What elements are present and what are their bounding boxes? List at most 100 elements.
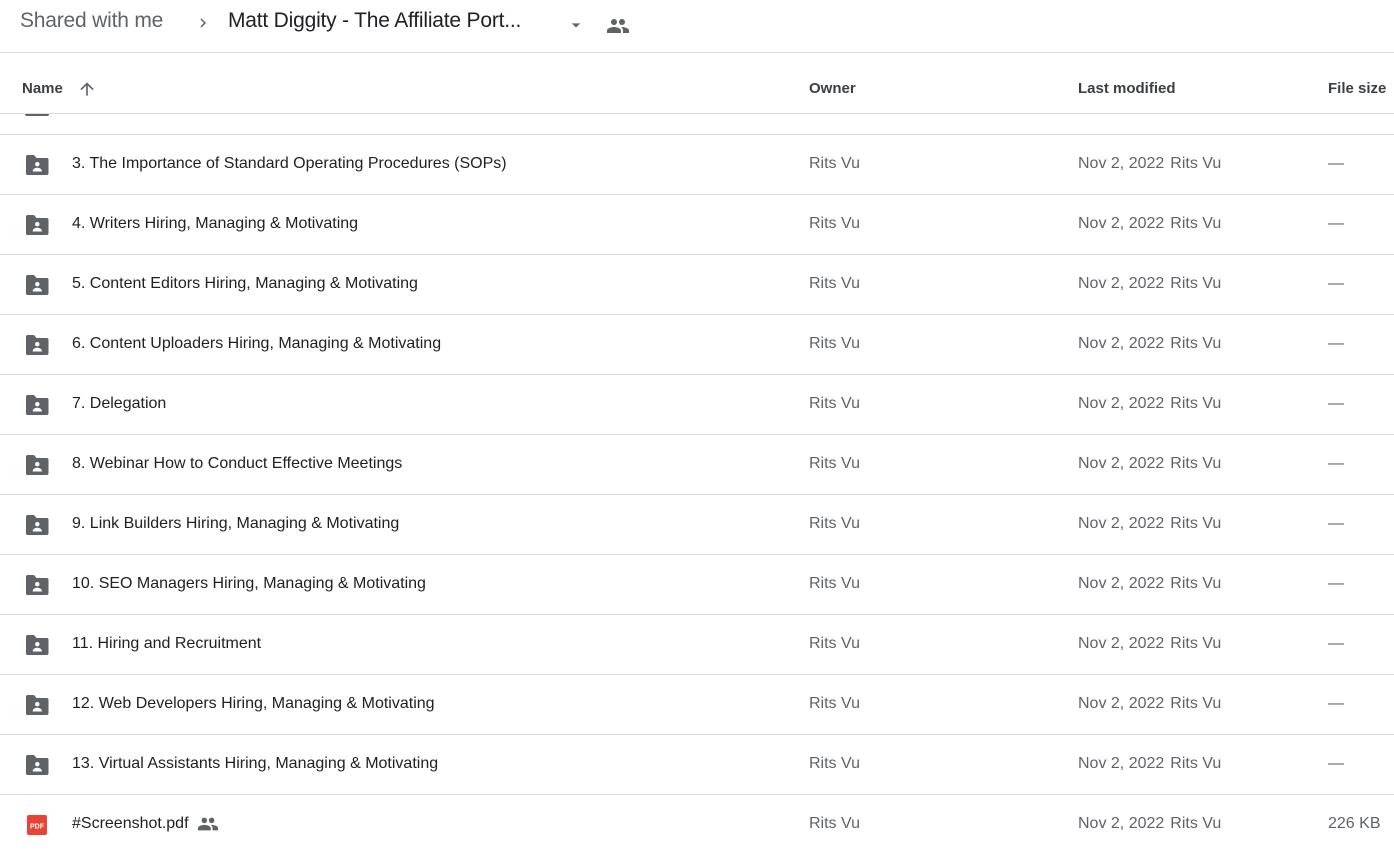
file-name[interactable]: 10. SEO Managers Hiring, Managing & Moti…	[72, 575, 426, 593]
modified-date: Nov 2, 2022	[1078, 695, 1165, 712]
modified-by: Rits Vu	[1170, 635, 1222, 652]
last-modified: Nov 2, 2022 Rits Vu	[1078, 215, 1221, 233]
modified-by: Rits Vu	[1170, 215, 1222, 232]
table-row[interactable]: 3. The Importance of Standard Operating …	[0, 135, 1394, 195]
shared-folder-icon	[26, 515, 49, 535]
table-row[interactable]: 11. Hiring and Recruitment Rits Vu Nov 2…	[0, 615, 1394, 675]
last-modified: Nov 2, 2022 Rits Vu	[1078, 635, 1221, 653]
table-row[interactable]: 6. Content Uploaders Hiring, Managing & …	[0, 315, 1394, 375]
modified-by: Rits Vu	[1170, 755, 1222, 772]
owner-name: Rits Vu	[809, 515, 860, 532]
file-size: —	[1328, 635, 1344, 652]
owner-name: Rits Vu	[809, 695, 860, 712]
table-row[interactable]: 8. Webinar How to Conduct Effective Meet…	[0, 435, 1394, 495]
folder-icon	[25, 114, 49, 116]
last-modified: Nov 2, 2022 Rits Vu	[1078, 395, 1221, 413]
breadcrumb-current-folder[interactable]: Matt Diggity - The Affiliate Port...	[228, 9, 521, 33]
file-name[interactable]: #Screenshot.pdf	[72, 815, 189, 833]
svg-text:PDF: PDF	[30, 824, 45, 831]
last-modified: Nov 2, 2022 Rits Vu	[1078, 815, 1221, 833]
owner-name: Rits Vu	[809, 635, 860, 652]
file-size: —	[1328, 755, 1344, 772]
modified-by: Rits Vu	[1170, 815, 1222, 832]
table-row[interactable]: 4. Writers Hiring, Managing & Motivating…	[0, 195, 1394, 255]
modified-by: Rits Vu	[1170, 155, 1222, 172]
modified-date: Nov 2, 2022	[1078, 275, 1165, 292]
last-modified: Nov 2, 2022 Rits Vu	[1078, 515, 1221, 533]
owner-name: Rits Vu	[809, 395, 860, 412]
file-name[interactable]: 3. The Importance of Standard Operating …	[72, 155, 507, 173]
modified-date: Nov 2, 2022	[1078, 815, 1165, 832]
modified-by: Rits Vu	[1170, 455, 1222, 472]
modified-by: Rits Vu	[1170, 695, 1222, 712]
column-header-file-size[interactable]: File size	[1328, 80, 1386, 97]
modified-date: Nov 2, 2022	[1078, 395, 1165, 412]
file-size: —	[1328, 215, 1344, 232]
modified-by: Rits Vu	[1170, 575, 1222, 592]
chevron-right-icon	[200, 18, 206, 28]
file-name[interactable]: 8. Webinar How to Conduct Effective Meet…	[72, 455, 402, 473]
people-icon	[607, 19, 629, 33]
file-name[interactable]: 4. Writers Hiring, Managing & Motivating	[72, 215, 358, 233]
arrow-drop-down-icon[interactable]	[566, 15, 586, 35]
file-size: —	[1328, 395, 1344, 412]
modified-date: Nov 2, 2022	[1078, 155, 1165, 172]
file-size: —	[1328, 275, 1344, 292]
file-name[interactable]: 11. Hiring and Recruitment	[72, 635, 261, 653]
table-row-partial[interactable]	[0, 114, 1394, 135]
table-row[interactable]: 10. SEO Managers Hiring, Managing & Moti…	[0, 555, 1394, 615]
file-size: —	[1328, 335, 1344, 352]
file-size: —	[1328, 155, 1344, 172]
last-modified: Nov 2, 2022 Rits Vu	[1078, 275, 1221, 293]
file-name[interactable]: 5. Content Editors Hiring, Managing & Mo…	[72, 275, 418, 293]
owner-name: Rits Vu	[809, 815, 860, 832]
arrow-upward-icon[interactable]	[77, 79, 97, 99]
breadcrumb-shared-with-me[interactable]: Shared with me	[20, 9, 163, 33]
table-row[interactable]: PDF #Screenshot.pdf Rits Vu Nov 2, 2022 R…	[0, 795, 1394, 855]
table-row[interactable]: 5. Content Editors Hiring, Managing & Mo…	[0, 255, 1394, 315]
shared-folder-icon	[26, 755, 49, 775]
modified-date: Nov 2, 2022	[1078, 575, 1165, 592]
last-modified: Nov 2, 2022 Rits Vu	[1078, 155, 1221, 173]
file-name[interactable]: 9. Link Builders Hiring, Managing & Moti…	[72, 515, 399, 533]
shared-folder-icon	[26, 575, 49, 595]
file-name[interactable]: 12. Web Developers Hiring, Managing & Mo…	[72, 695, 435, 713]
shared-folder-icon	[26, 395, 49, 415]
pdf-icon: PDF	[27, 815, 47, 835]
table-row[interactable]: 12. Web Developers Hiring, Managing & Mo…	[0, 675, 1394, 735]
owner-name: Rits Vu	[809, 455, 860, 472]
shared-folder-icon	[26, 635, 49, 655]
column-header-last-modified[interactable]: Last modified	[1078, 80, 1176, 97]
file-name[interactable]: 7. Delegation	[72, 395, 166, 413]
file-list: 3. The Importance of Standard Operating …	[0, 135, 1394, 855]
owner-name: Rits Vu	[809, 755, 860, 772]
modified-date: Nov 2, 2022	[1078, 335, 1165, 352]
shared-folder-icon	[26, 335, 49, 355]
table-row[interactable]: 9. Link Builders Hiring, Managing & Moti…	[0, 495, 1394, 555]
table-row[interactable]: 13. Virtual Assistants Hiring, Managing …	[0, 735, 1394, 795]
file-size: —	[1328, 575, 1344, 592]
last-modified: Nov 2, 2022 Rits Vu	[1078, 455, 1221, 473]
table-row[interactable]: 7. Delegation Rits Vu Nov 2, 2022 Rits Vu…	[0, 375, 1394, 435]
modified-date: Nov 2, 2022	[1078, 515, 1165, 532]
last-modified: Nov 2, 2022 Rits Vu	[1078, 335, 1221, 353]
modified-by: Rits Vu	[1170, 275, 1222, 292]
shared-folder-icon	[26, 695, 49, 715]
modified-by: Rits Vu	[1170, 515, 1222, 532]
file-size: —	[1328, 695, 1344, 712]
last-modified: Nov 2, 2022 Rits Vu	[1078, 695, 1221, 713]
column-header-name[interactable]: Name	[22, 80, 63, 97]
file-size: —	[1328, 455, 1344, 472]
column-header-row: Name Owner Last modified File size	[0, 53, 1394, 114]
modified-date: Nov 2, 2022	[1078, 755, 1165, 772]
file-name[interactable]: 6. Content Uploaders Hiring, Managing & …	[72, 335, 441, 353]
modified-by: Rits Vu	[1170, 335, 1222, 352]
last-modified: Nov 2, 2022 Rits Vu	[1078, 575, 1221, 593]
modified-date: Nov 2, 2022	[1078, 635, 1165, 652]
owner-name: Rits Vu	[809, 335, 860, 352]
owner-name: Rits Vu	[809, 575, 860, 592]
breadcrumb: Shared with me Matt Diggity - The Affili…	[0, 0, 1394, 53]
owner-name: Rits Vu	[809, 215, 860, 232]
column-header-owner[interactable]: Owner	[809, 80, 856, 97]
file-name[interactable]: 13. Virtual Assistants Hiring, Managing …	[72, 755, 438, 773]
